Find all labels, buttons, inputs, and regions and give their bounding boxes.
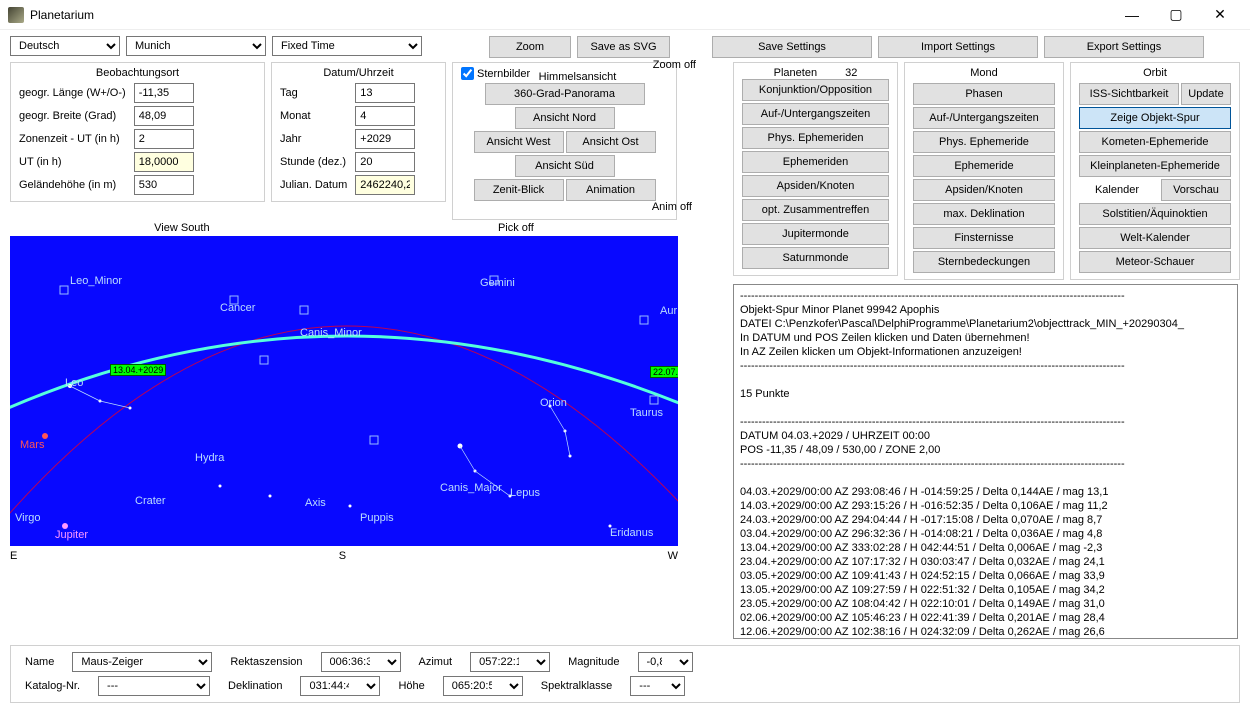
svg-text:Jupiter: Jupiter xyxy=(55,529,88,541)
timezone-input[interactable] xyxy=(134,129,194,149)
orbit-group: Orbit ISS-SichtbarkeitUpdate Zeige Objek… xyxy=(1070,62,1240,280)
svg-text:Orion: Orion xyxy=(540,397,567,409)
datetime-group: Datum/Uhrzeit Tag Monat Jahr Stunde (dez… xyxy=(271,62,446,202)
conjunction-button[interactable]: Konjunktion/Opposition xyxy=(742,79,889,101)
compass-labels: ESW xyxy=(10,550,678,562)
max-decl-button[interactable]: max. Deklination xyxy=(913,203,1055,225)
mag-select[interactable]: -0,8 xyxy=(638,652,693,672)
sky-canvas[interactable]: Leo_Minor Cancer Gemini Aur Canis_Minor … xyxy=(10,236,678,546)
svg-text:Eridanus: Eridanus xyxy=(610,527,654,539)
svg-text:Canis_Minor: Canis_Minor xyxy=(300,327,362,339)
svg-text:Cancer: Cancer xyxy=(220,302,256,314)
animation-button[interactable]: Animation xyxy=(566,179,656,201)
track-date-tag-2: 22.07.+ xyxy=(650,366,678,378)
svg-text:Taurus: Taurus xyxy=(630,407,664,419)
app-icon xyxy=(8,7,24,23)
meteor-button[interactable]: Meteor-Schauer xyxy=(1079,251,1231,273)
moon-group: Mond Phasen Auf-/Untergangszeiten Phys. … xyxy=(904,62,1064,280)
maximize-button[interactable]: ▢ xyxy=(1154,1,1198,29)
iss-button[interactable]: ISS-Sichtbarkeit xyxy=(1079,83,1179,105)
occultations-button[interactable]: Sternbedeckungen xyxy=(913,251,1055,273)
preview-button[interactable]: Vorschau xyxy=(1161,179,1231,201)
opt-conjunction-button[interactable]: opt. Zusammentreffen xyxy=(742,199,889,221)
city-select[interactable]: Munich xyxy=(126,36,266,56)
svg-text:Crater: Crater xyxy=(135,495,166,507)
panorama-button[interactable]: 360-Grad-Panorama xyxy=(485,83,645,105)
jd-input[interactable] xyxy=(355,175,415,195)
svg-text:Leo: Leo xyxy=(65,377,83,389)
zenith-button[interactable]: Zenit-Blick xyxy=(474,179,564,201)
elevation-input[interactable] xyxy=(134,175,194,195)
svg-text:Mars: Mars xyxy=(20,439,45,451)
view-east-button[interactable]: Ansicht Ost xyxy=(566,131,656,153)
minorplanet-ephem-button[interactable]: Kleinplaneten-Ephemeride xyxy=(1079,155,1231,177)
track-date-tag-1: 13.04.+2029 xyxy=(110,364,166,376)
svg-text:Aur: Aur xyxy=(660,305,677,317)
world-calendar-button[interactable]: Welt-Kalender xyxy=(1079,227,1231,249)
object-name-select[interactable]: Maus-Zeiger xyxy=(72,652,212,672)
constellations-check[interactable]: Sternbilder xyxy=(461,67,530,80)
svg-text:Gemini: Gemini xyxy=(480,277,515,289)
save-settings-button[interactable]: Save Settings xyxy=(712,36,872,58)
observer-group: Beobachtungsort geogr. Länge (W+/O-) geo… xyxy=(10,62,265,202)
spec-select[interactable]: --- xyxy=(630,676,685,696)
eclipses-button[interactable]: Finsternisse xyxy=(913,227,1055,249)
ephem-planets-button[interactable]: Ephemeriden xyxy=(742,151,889,173)
view-west-button[interactable]: Ansicht West xyxy=(474,131,564,153)
skyview-group: Sternbilder Himmelsansicht Zoom off 360-… xyxy=(452,62,677,220)
rise-set-planets-button[interactable]: Auf-/Untergangszeiten xyxy=(742,103,889,125)
starfield-svg: Leo_Minor Cancer Gemini Aur Canis_Minor … xyxy=(10,236,678,546)
solstice-button[interactable]: Solstitien/Äquinoktien xyxy=(1079,203,1231,225)
save-svg-button[interactable]: Save as SVG xyxy=(577,36,670,58)
window-title: Planetarium xyxy=(30,8,1110,22)
svg-text:Hydra: Hydra xyxy=(195,452,225,464)
moon-phases-button[interactable]: Phasen xyxy=(913,83,1055,105)
apsides-moon-button[interactable]: Apsiden/Knoten xyxy=(913,179,1055,201)
svg-text:Lepus: Lepus xyxy=(510,487,540,499)
view-direction-label: View South xyxy=(154,222,209,234)
update-button[interactable]: Update xyxy=(1181,83,1231,105)
language-select[interactable]: Deutsch xyxy=(10,36,120,56)
titlebar: Planetarium — ▢ ✕ xyxy=(0,0,1250,30)
minimize-button[interactable]: — xyxy=(1110,1,1154,29)
catalog-select[interactable]: --- xyxy=(98,676,210,696)
phys-ephem-moon-button[interactable]: Phys. Ephemeride xyxy=(913,131,1055,153)
timemode-select[interactable]: Fixed Time xyxy=(272,36,422,56)
hour-input[interactable] xyxy=(355,152,415,172)
ut-input[interactable] xyxy=(134,152,194,172)
year-input[interactable] xyxy=(355,129,415,149)
import-settings-button[interactable]: Import Settings xyxy=(878,36,1038,58)
ephem-moon-button[interactable]: Ephemeride xyxy=(913,155,1055,177)
saturn-moons-button[interactable]: Saturnmonde xyxy=(742,247,889,269)
top-toolbar: Deutsch Munich Fixed Time Zoom Save as S… xyxy=(10,36,1240,58)
alt-select[interactable]: 065:20:58 xyxy=(443,676,523,696)
output-textarea[interactable]: ----------------------------------------… xyxy=(733,284,1238,639)
svg-text:Puppis: Puppis xyxy=(360,512,394,524)
rise-set-moon-button[interactable]: Auf-/Untergangszeiten xyxy=(913,107,1055,129)
longitude-input[interactable] xyxy=(134,83,194,103)
pick-status-label: Pick off xyxy=(498,222,534,234)
apsides-planets-button[interactable]: Apsiden/Knoten xyxy=(742,175,889,197)
jupiter-moons-button[interactable]: Jupitermonde xyxy=(742,223,889,245)
export-settings-button[interactable]: Export Settings xyxy=(1044,36,1204,58)
phys-ephem-planets-button[interactable]: Phys. Ephemeriden xyxy=(742,127,889,149)
day-input[interactable] xyxy=(355,83,415,103)
dec-select[interactable]: 031:44:47 xyxy=(300,676,380,696)
svg-text:Canis_Major: Canis_Major xyxy=(440,482,502,494)
ra-select[interactable]: 006:36:38 xyxy=(321,652,401,672)
az-select[interactable]: 057:22:17 xyxy=(470,652,550,672)
view-south-button[interactable]: Ansicht Süd xyxy=(515,155,615,177)
comet-ephem-button[interactable]: Kometen-Ephemeride xyxy=(1079,131,1231,153)
close-button[interactable]: ✕ xyxy=(1198,1,1242,29)
svg-text:Axis: Axis xyxy=(305,497,326,509)
month-input[interactable] xyxy=(355,106,415,126)
svg-text:Leo_Minor: Leo_Minor xyxy=(70,275,122,287)
object-info-group: Name Maus-Zeiger Rektaszension 006:36:38… xyxy=(10,645,1240,703)
latitude-input[interactable] xyxy=(134,106,194,126)
planets-group: Planeten32 Konjunktion/Opposition Auf-/U… xyxy=(733,62,898,276)
show-object-track-button[interactable]: Zeige Objekt-Spur xyxy=(1079,107,1231,129)
zoom-button[interactable]: Zoom xyxy=(489,36,571,58)
svg-text:Virgo: Virgo xyxy=(15,512,40,524)
view-north-button[interactable]: Ansicht Nord xyxy=(515,107,615,129)
